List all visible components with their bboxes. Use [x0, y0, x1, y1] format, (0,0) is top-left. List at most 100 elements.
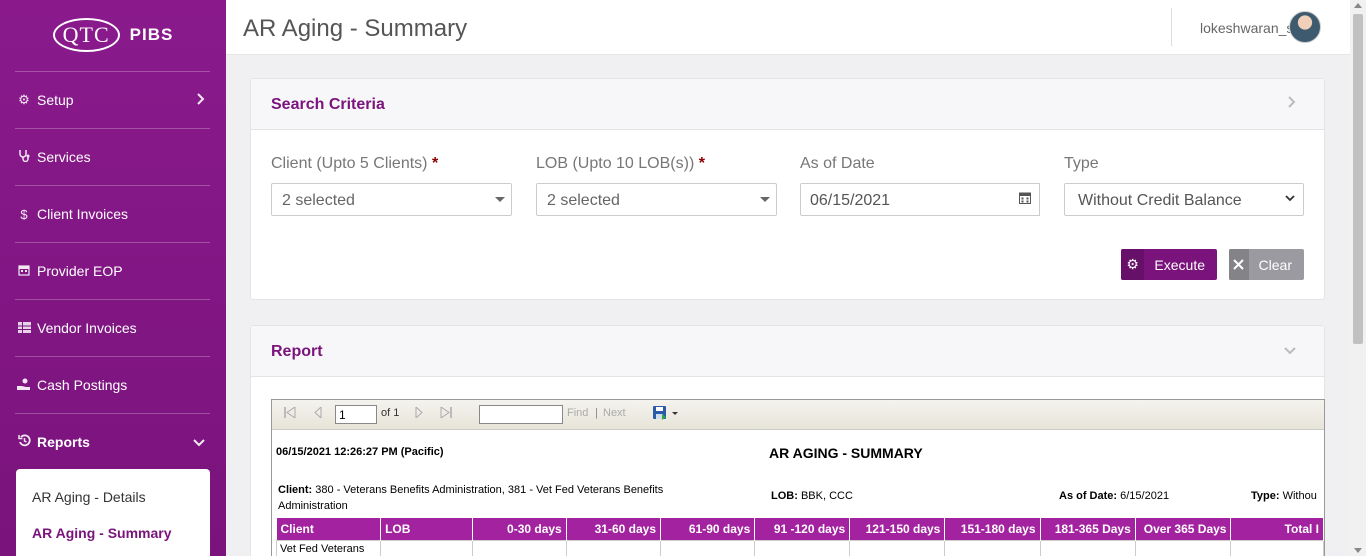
lob-field-label: LOB (Upto 10 LOB(s)) *	[536, 155, 705, 173]
caret-down-icon	[760, 197, 770, 202]
sidebar-item-label: Provider EOP	[37, 263, 123, 279]
history-icon	[15, 434, 33, 450]
sidebar-item-services[interactable]: Services	[15, 128, 210, 185]
table-cell	[659, 539, 756, 556]
calendar-icon	[1018, 191, 1031, 209]
sidebar-item-client-invoices[interactable]: $ Client Invoices	[15, 185, 210, 242]
calendar-button[interactable]	[1010, 183, 1040, 216]
table-cell	[754, 539, 851, 556]
chevron-right-icon	[1288, 95, 1296, 111]
clear-button[interactable]: Clear	[1229, 249, 1304, 280]
page-title: AR Aging - Summary	[243, 15, 468, 42]
as-of-date-input[interactable]: 06/15/2021	[800, 183, 1011, 216]
next-link[interactable]: Next	[603, 407, 626, 419]
column-header: 151-180 days	[944, 518, 1041, 540]
column-header: Client	[276, 518, 382, 540]
table-cell	[1134, 539, 1232, 556]
logo-mark: QTC	[52, 18, 120, 52]
last-page-icon[interactable]	[440, 406, 452, 421]
table-cell	[849, 539, 946, 556]
export-icon[interactable]	[652, 405, 678, 424]
report-timestamp: 06/15/2021 12:26:27 PM (Pacific)	[276, 446, 444, 458]
sidebar-item-setup[interactable]: ⚙ Setup	[15, 71, 210, 128]
table-cell	[565, 539, 662, 556]
column-header: Over 365 Days	[1135, 518, 1232, 540]
find-input[interactable]	[479, 405, 563, 424]
type-select[interactable]: Without Credit Balance	[1064, 183, 1304, 216]
report-header[interactable]: Report	[251, 326, 1324, 377]
column-header: 0-30 days	[472, 518, 567, 540]
required-marker: *	[698, 155, 705, 172]
submenu-item-ar-aging-details[interactable]: AR Aging - Details	[32, 489, 146, 505]
sidebar-item-vendor-invoices[interactable]: Vendor Invoices	[15, 299, 210, 356]
type-select-value: Without Credit Balance	[1078, 192, 1242, 209]
execute-button[interactable]: ⚙ Execute	[1121, 249, 1217, 280]
sidebar-item-provider-eop[interactable]: Provider EOP	[15, 242, 210, 299]
sidebar-item-label: Client Invoices	[37, 206, 129, 222]
clear-label: Clear	[1258, 256, 1292, 273]
chevron-down-icon	[1284, 342, 1296, 358]
column-header: 61-90 days	[660, 518, 756, 540]
report-client-info: Client: 380 - Veterans Benefits Administ…	[278, 484, 664, 512]
scrollbar-thumb[interactable]	[1353, 14, 1363, 344]
lob-label-text: LOB (Upto 10 LOB(s))	[536, 155, 695, 172]
chevron-right-icon	[197, 92, 205, 108]
table-header-row: Client LOB 0-30 days 31-60 days 61-90 da…	[276, 518, 1324, 540]
table-cell: Vet Fed Veterans	[275, 539, 382, 556]
stethoscope-icon	[15, 149, 33, 165]
submenu-item-ar-aging-summary[interactable]: AR Aging - Summary	[32, 525, 172, 541]
chevron-down-icon	[1285, 192, 1295, 206]
scroll-up-icon[interactable]	[1354, 3, 1362, 8]
first-page-icon[interactable]	[284, 406, 296, 421]
type-field-label: Type	[1064, 155, 1099, 172]
find-link[interactable]: Find	[567, 407, 588, 419]
report-lob-info: LOB: BBK, CCC	[771, 490, 853, 502]
sidebar-item-cash-postings[interactable]: Cash Postings	[15, 356, 210, 413]
client-field-label: Client (Upto 5 Clients) *	[271, 155, 438, 173]
search-criteria-header[interactable]: Search Criteria	[251, 79, 1324, 130]
header-divider	[1171, 8, 1172, 46]
execute-label: Execute	[1154, 256, 1205, 273]
caret-down-icon	[495, 197, 505, 202]
report-viewer: 1 of 1 Find | Next 06/15/2021 12:26:27 P…	[271, 399, 1325, 556]
prev-page-icon[interactable]	[314, 405, 322, 421]
sidebar-item-label: Vendor Invoices	[37, 320, 137, 336]
report-card: Report 1 of 1 Find | Next 06/15/2021 12:…	[250, 325, 1325, 556]
client-multiselect[interactable]: 2 selected	[271, 183, 512, 216]
lob-select-value: 2 selected	[547, 192, 620, 209]
client-label-text: Client (Upto 5 Clients)	[271, 155, 428, 172]
hand-money-icon	[15, 378, 33, 393]
report-title: Report	[271, 343, 323, 360]
avatar[interactable]	[1289, 11, 1321, 43]
sidebar-item-reports[interactable]: Reports	[15, 413, 210, 470]
table-icon	[15, 321, 33, 336]
page-number-input[interactable]: 1	[335, 405, 377, 424]
page-scrollbar[interactable]	[1350, 0, 1366, 556]
lob-multiselect[interactable]: 2 selected	[536, 183, 777, 216]
next-page-icon[interactable]	[415, 405, 423, 421]
scroll-down-icon[interactable]	[1354, 548, 1362, 553]
gear-icon: ⚙	[1121, 249, 1145, 280]
page-count: of 1	[381, 407, 400, 419]
product-name: PIBS	[129, 25, 174, 44]
reports-submenu: AR Aging - Details AR Aging - Summary	[16, 469, 210, 556]
column-header: Total I	[1230, 518, 1324, 540]
username[interactable]: lokeshwaran_s	[1200, 20, 1293, 36]
required-marker: *	[431, 155, 439, 172]
gear-icon: ⚙	[18, 92, 30, 107]
table-cell	[471, 539, 567, 556]
app-logo[interactable]: QTC PIBS	[0, 0, 226, 70]
sidebar-item-label: Cash Postings	[37, 377, 128, 393]
top-header: AR Aging - Summary lokeshwaran_s	[226, 0, 1350, 55]
close-icon	[1229, 249, 1249, 280]
client-select-value: 2 selected	[282, 192, 355, 209]
table-row: Vet Fed Veterans	[275, 539, 1324, 556]
toolbar-separator: |	[595, 407, 598, 419]
report-type-info: Type: Withou	[1251, 490, 1317, 502]
sidebar-item-label: Services	[37, 149, 91, 165]
report-heading: AR AGING - SUMMARY	[769, 445, 923, 461]
date-field-label: As of Date	[800, 155, 875, 172]
chevron-down-icon	[193, 435, 205, 450]
column-header: 121-150 days	[849, 518, 946, 540]
sidebar-item-label: Setup	[37, 92, 74, 108]
